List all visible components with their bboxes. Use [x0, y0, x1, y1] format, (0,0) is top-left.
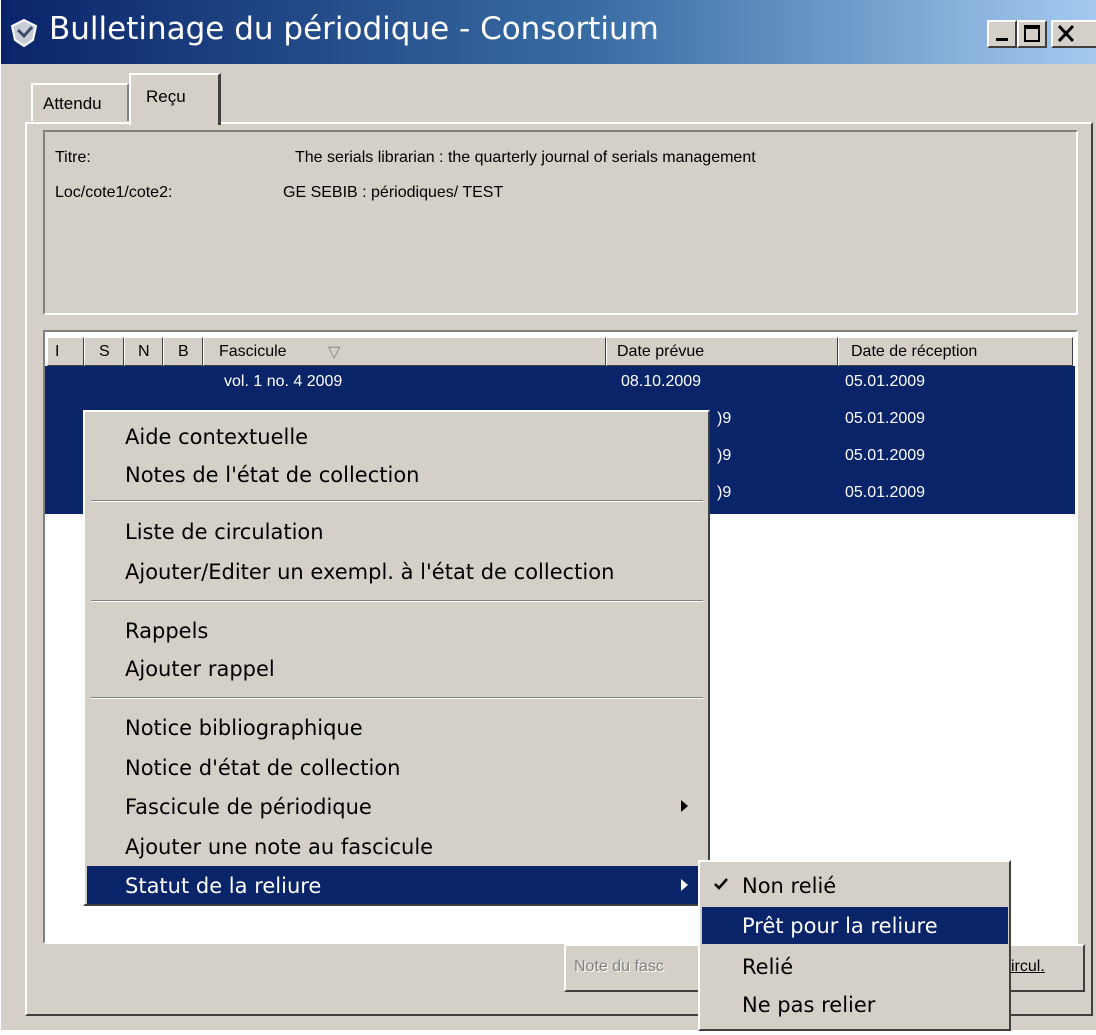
table-row[interactable]: vol. 1 no. 4 2009 08.10.2009 05.01.2009: [45, 366, 1075, 403]
column-header-date-reception[interactable]: Date de réception: [838, 337, 1073, 366]
check-icon: [714, 878, 728, 890]
menu-item-notice-bibliographique[interactable]: Notice bibliographique: [87, 708, 707, 746]
title-value: The serials librarian : the quarterly jo…: [295, 149, 756, 166]
menu-item-ajouter-editer-exemplaire[interactable]: Ajouter/Editer un exempl. à l'état de co…: [87, 552, 707, 590]
cell-date-reception: 05.01.2009: [845, 447, 926, 464]
menu-item-liste-circulation[interactable]: Liste de circulation: [87, 512, 707, 550]
menu-item-aide-contextuelle[interactable]: Aide contextuelle: [87, 417, 707, 455]
column-header-s[interactable]: S: [84, 337, 124, 366]
cell-date-prevue: )9: [717, 447, 732, 464]
tab-attendu[interactable]: Attendu: [31, 83, 129, 121]
menu-item-notice-etat-collection[interactable]: Notice d'état de collection: [87, 748, 707, 786]
sort-descending-icon: ▽: [328, 344, 341, 361]
menu-item-statut-reliure[interactable]: Statut de la reliure: [87, 866, 707, 904]
tab-label: Attendu: [43, 94, 102, 113]
menu-item-notes-etat-collection[interactable]: Notes de l'état de collection: [87, 455, 707, 493]
close-icon: [1057, 24, 1075, 43]
context-menu: Aide contextuelle Notes de l'état de col…: [83, 410, 710, 906]
location-value: GE SEBIB : périodiques/ TEST: [283, 184, 504, 201]
location-label: Loc/cote1/cote2:: [55, 184, 173, 201]
tab-label: Reçu: [146, 87, 186, 106]
serial-check-in-window: Bulletinage du périodique - Consortium A…: [0, 0, 1096, 1031]
column-header-n[interactable]: N: [124, 337, 163, 366]
menu-item-ajouter-rappel[interactable]: Ajouter rappel: [87, 649, 707, 687]
column-header-date-prevue[interactable]: Date prévue: [606, 337, 838, 366]
note-fascicule-button[interactable]: Note du fasc: [564, 944, 706, 992]
submenu-item-pret-pour-reliure[interactable]: Prêt pour la reliure: [702, 907, 1008, 944]
menu-separator: [91, 697, 703, 699]
submenu-arrow-icon: [681, 800, 688, 812]
menu-separator: [91, 500, 703, 502]
menu-separator: [91, 600, 703, 602]
tab-recu[interactable]: Reçu: [129, 73, 221, 125]
cell-date-prevue: )9: [717, 410, 732, 427]
menu-item-rappels[interactable]: Rappels: [87, 611, 707, 649]
binding-status-submenu: Non relié Prêt pour la reliure Relié Ne …: [698, 860, 1011, 1031]
minimize-button[interactable]: [987, 20, 1017, 48]
submenu-item-relie[interactable]: Relié: [702, 948, 1008, 985]
menu-item-fascicule-periodique[interactable]: Fascicule de périodique: [87, 787, 707, 825]
maximize-icon: [1024, 25, 1040, 42]
submenu-item-ne-pas-relier[interactable]: Ne pas relier: [702, 986, 1008, 1023]
cell-date-prevue: )9: [717, 484, 732, 501]
cell-date-reception: 05.01.2009: [845, 484, 926, 501]
close-button[interactable]: [1051, 20, 1096, 48]
window-title: Bulletinage du périodique - Consortium: [49, 11, 659, 47]
column-header-b[interactable]: B: [163, 337, 203, 366]
cell-date-reception: 05.01.2009: [845, 410, 926, 427]
column-header-fascicule[interactable]: Fascicule ▽: [203, 337, 606, 366]
column-header-i[interactable]: I: [47, 337, 84, 366]
submenu-item-non-relie[interactable]: Non relié: [702, 867, 1008, 904]
submenu-arrow-icon: [681, 879, 688, 891]
title-label: Titre:: [55, 149, 91, 166]
cell-date-reception: 05.01.2009: [845, 373, 926, 390]
menu-item-ajouter-note-fascicule[interactable]: Ajouter une note au fascicule: [87, 827, 707, 865]
minimize-icon: [996, 38, 1008, 41]
app-icon: [10, 18, 38, 48]
title-bar[interactable]: Bulletinage du périodique - Consortium: [1, 0, 1096, 64]
cell-date-prevue: 08.10.2009: [621, 373, 702, 390]
maximize-button[interactable]: [1017, 20, 1047, 48]
cell-fascicule: vol. 1 no. 4 2009: [224, 373, 343, 390]
